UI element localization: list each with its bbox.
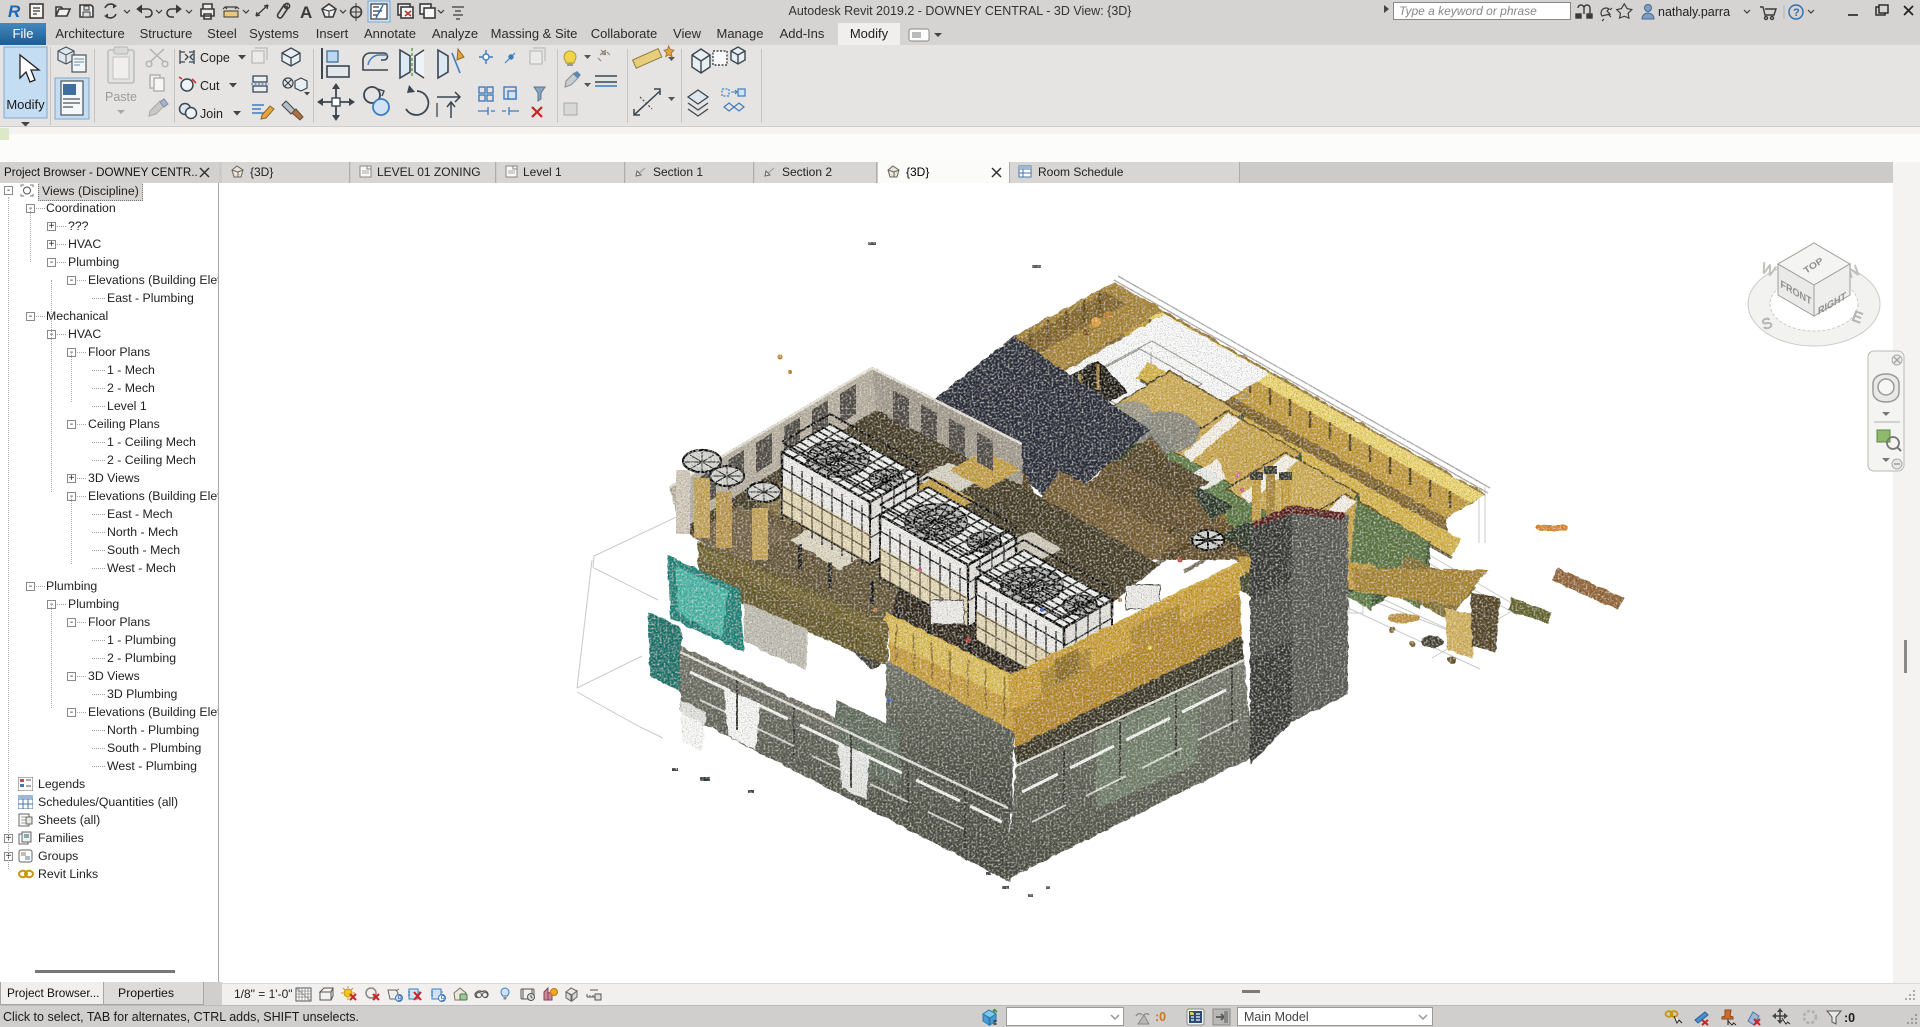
svg-text:9: 9 bbox=[398, 994, 403, 1003]
svg-text:nathaly.parra: nathaly.parra bbox=[1658, 5, 1730, 19]
svg-text:Paste: Paste bbox=[105, 90, 137, 104]
svg-text:Join: Join bbox=[200, 107, 223, 121]
svg-text:A: A bbox=[300, 3, 312, 22]
svg-text:1: 1 bbox=[286, 4, 290, 11]
svg-text:R: R bbox=[8, 2, 21, 21]
svg-text:Cut: Cut bbox=[200, 79, 220, 93]
svg-text:Modify: Modify bbox=[6, 97, 45, 112]
svg-text:Cope: Cope bbox=[200, 51, 230, 65]
svg-text::0: :0 bbox=[1844, 1011, 1855, 1025]
svg-text:?: ? bbox=[1793, 7, 1800, 19]
svg-text:9: 9 bbox=[441, 994, 446, 1003]
